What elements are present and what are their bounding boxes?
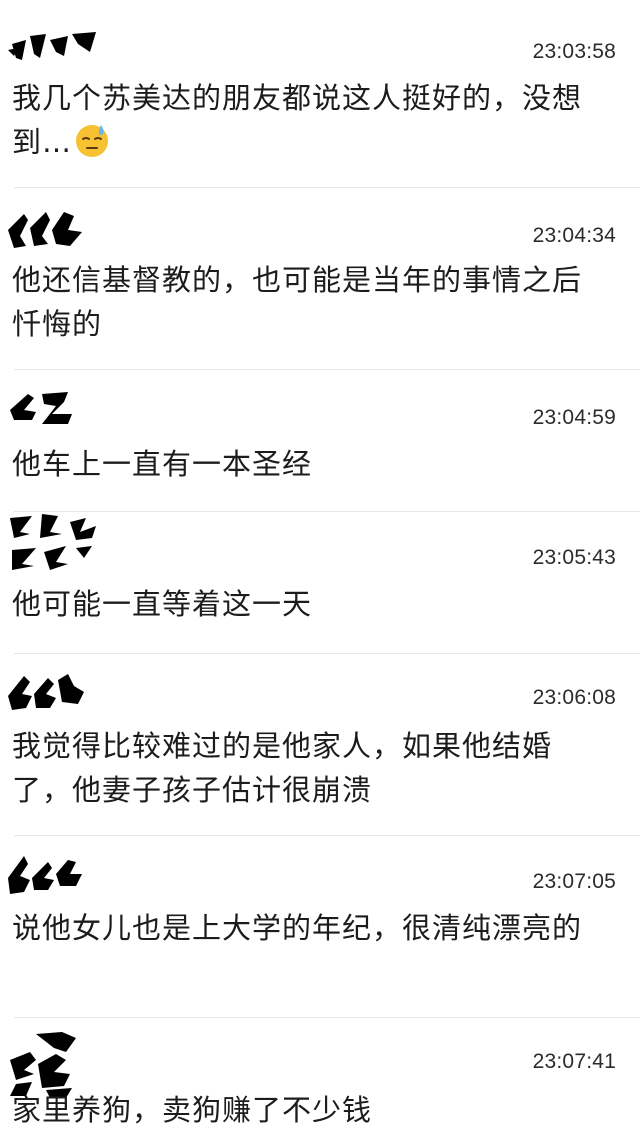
message-timestamp: 23:04:34 bbox=[532, 224, 616, 247]
message-timestamp: 23:06:08 bbox=[532, 686, 616, 709]
message-timestamp: 23:05:43 bbox=[532, 546, 616, 569]
redacted-sender-name bbox=[6, 670, 86, 714]
message-text[interactable]: 我觉得比较难过的是他家人，如果他结婚了，他妻子孩子估计很崩溃 bbox=[12, 724, 602, 812]
message-text[interactable]: 他还信基督教的，也可能是当年的事情之后忏悔的 bbox=[12, 258, 602, 346]
message-text[interactable]: 我几个苏美达的朋友都说这人挺好的，没想到… bbox=[12, 76, 602, 164]
redacted-sender-name bbox=[6, 386, 76, 428]
chat-message: 23:07:41 家里养狗，卖狗赚了不少钱 bbox=[0, 1018, 640, 1127]
message-timestamp: 23:03:58 bbox=[532, 40, 616, 63]
message-timestamp: 23:04:59 bbox=[532, 406, 616, 429]
message-text[interactable]: 说他女儿也是上大学的年纪，很清纯漂亮的 bbox=[12, 906, 602, 950]
redacted-sender-name bbox=[6, 512, 102, 578]
chat-message: 23:04:59 他车上一直有一本圣经 bbox=[0, 370, 640, 512]
message-timestamp: 23:07:05 bbox=[532, 870, 616, 893]
redacted-sender-name bbox=[6, 206, 86, 250]
chat-message: 23:04:34 他还信基督教的，也可能是当年的事情之后忏悔的 bbox=[0, 188, 640, 370]
downcast-sweat-emoji-icon bbox=[74, 122, 110, 158]
message-text[interactable]: 他车上一直有一本圣经 bbox=[12, 442, 602, 486]
chat-message: 23:06:08 我觉得比较难过的是他家人，如果他结婚了，他妻子孩子估计很崩溃 bbox=[0, 654, 640, 836]
chat-message: 23:07:05 说他女儿也是上大学的年纪，很清纯漂亮的 bbox=[0, 836, 640, 1018]
redacted-sender-name bbox=[6, 30, 102, 64]
chat-message: 23:03:58 我几个苏美达的朋友都说这人挺好的，没想到… bbox=[0, 0, 640, 188]
redacted-sender-name bbox=[6, 852, 86, 898]
chat-message: 23:05:43 他可能一直等着这一天 bbox=[0, 512, 640, 654]
message-text[interactable]: 家里养狗，卖狗赚了不少钱 bbox=[12, 1088, 602, 1132]
message-timestamp: 23:07:41 bbox=[532, 1050, 616, 1073]
message-text[interactable]: 他可能一直等着这一天 bbox=[12, 582, 602, 626]
